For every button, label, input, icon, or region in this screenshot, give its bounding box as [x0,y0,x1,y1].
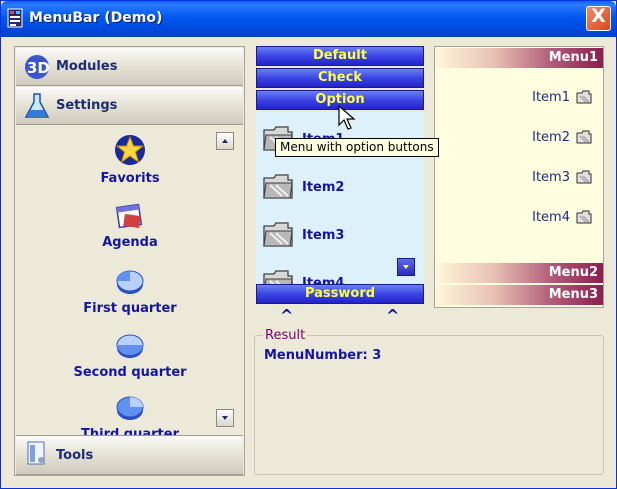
result-text: MenuNumber: 3 [264,348,382,363]
modules-label: Modules [56,59,118,74]
menubar-default-button[interactable]: Default [256,46,424,66]
tools-doc-icon [27,441,45,465]
menu1-item-1[interactable]: Item1 [495,88,600,108]
agenda-label: Agenda [102,235,158,250]
option-item-4[interactable]: Item4 [262,268,412,284]
tools-label: Tools [56,448,94,463]
option-item-3[interactable]: Item3 [262,220,412,250]
app-icon [7,8,23,28]
folder-icon [576,90,592,104]
menubar-check-button[interactable]: Check [256,68,424,88]
agenda-item[interactable]: Agenda [55,199,205,255]
tooltip: Menu with option buttons [275,138,439,157]
menu1-item-4-label: Item4 [532,210,570,225]
menu1-item-4[interactable]: Item4 [495,208,600,228]
arrow-up-icon [222,139,228,143]
menu1-item-1-label: Item1 [532,90,570,105]
pie-first-quarter-icon [116,270,144,294]
left-items-clip: Third quarter [16,393,243,435]
mouse-pointer-icon [338,105,356,130]
pie-third-quarter-icon [116,396,144,420]
first-quarter-item[interactable]: First quarter [55,265,205,321]
left-caret: ^ [280,306,294,325]
favorits-label: Favorits [100,171,160,186]
option-item-2[interactable]: Item2 [262,172,412,202]
third-quarter-item[interactable]: Third quarter [55,393,205,435]
menu1-item-2-label: Item2 [532,130,570,145]
left-scroll-down-button[interactable] [216,409,234,427]
favorits-item[interactable]: Favorits [55,133,205,189]
star-icon [115,135,145,165]
svg-text:3D: 3D [27,59,50,77]
menu1-header[interactable]: Menu1 [436,48,603,68]
flask-icon [24,93,50,118]
pie-second-quarter-icon [116,334,144,358]
menu1-item-3-label: Item3 [532,170,570,185]
result-groupbox: Result MenuNumber: 3 [254,328,604,475]
folder-icon [576,170,592,184]
folder-icon [576,130,592,144]
folder-icon [576,210,592,224]
settings-header[interactable]: Settings [16,87,243,125]
option-item-3-label: Item3 [302,228,345,243]
second-quarter-label: Second quarter [73,365,187,380]
modules-3d-icon: 3D [25,55,50,79]
menu-panel-right: Menu1 Item1 Item2 Item3 Item4 Menu2 Menu… [434,46,604,308]
modules-header[interactable]: 3D Modules [16,48,243,86]
close-button[interactable]: X [586,5,611,31]
result-legend: Result [263,328,308,343]
settings-label: Settings [56,98,118,113]
arrow-down-icon [222,416,228,420]
menubar-scroll-down-button[interactable] [397,258,415,276]
right-caret: ^ [386,306,400,325]
folder-icon [263,174,293,199]
calendar-icon [115,203,143,229]
menu1-item-2[interactable]: Item2 [495,128,600,148]
third-quarter-label: Third quarter [80,427,179,435]
tools-header[interactable]: Tools [16,435,243,475]
menubar-password-button[interactable]: Password [256,284,424,304]
menu3-header[interactable]: Menu3 [436,285,603,305]
title-bar[interactable]: MenuBar (Demo) X [1,1,616,37]
option-item-4-label: Item4 [302,276,345,284]
left-navigation-panel: 3D Modules Settings Favorits Agenda Firs… [14,46,245,476]
menu2-header[interactable]: Menu2 [436,263,603,283]
menu1-item-3[interactable]: Item3 [495,168,600,188]
close-icon: X [591,5,606,27]
window-title: MenuBar (Demo) [29,10,163,26]
arrow-down-icon [403,265,409,269]
second-quarter-item[interactable]: Second quarter [55,329,205,385]
option-item-2-label: Item2 [302,180,345,195]
first-quarter-label: First quarter [83,301,177,316]
folder-icon [263,222,293,247]
application-window: MenuBar (Demo) X 3D Modules Settings Fav… [0,0,617,489]
left-scroll-up-button[interactable] [216,132,234,150]
folder-icon [263,270,293,284]
